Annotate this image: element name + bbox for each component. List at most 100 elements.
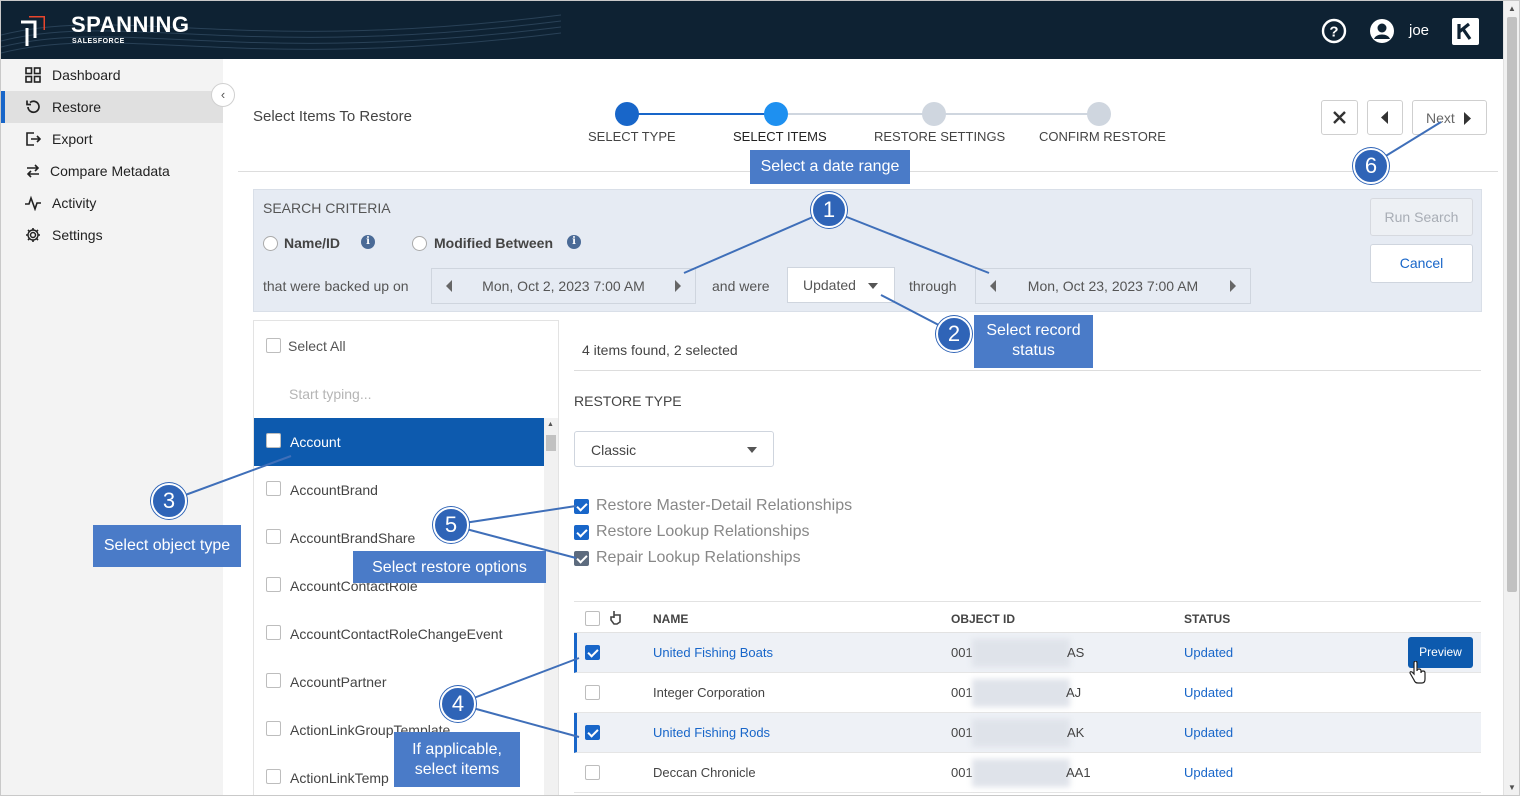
sidebar-item-dashboard[interactable]: Dashboard bbox=[1, 59, 223, 91]
list-item-checkbox[interactable] bbox=[266, 577, 281, 592]
name-id-label[interactable]: Name/ID bbox=[284, 235, 340, 251]
list-item-checkbox[interactable] bbox=[266, 721, 281, 736]
and-were-label: and were bbox=[712, 278, 770, 294]
step-dot-select-type bbox=[615, 102, 639, 126]
row-name[interactable]: Integer Corporation bbox=[653, 685, 765, 700]
list-item-checkbox[interactable] bbox=[266, 433, 281, 448]
repair-lookup-checkbox[interactable] bbox=[574, 551, 589, 566]
page-scrollbar[interactable]: ▲ ▼ bbox=[1503, 1, 1519, 795]
restore-master-detail-checkbox[interactable] bbox=[574, 499, 589, 514]
sidebar-item-settings[interactable]: Settings bbox=[1, 219, 223, 251]
info-icon[interactable]: i bbox=[567, 235, 581, 249]
name-id-radio[interactable] bbox=[263, 236, 278, 251]
brand-subtitle: SALESFORCE bbox=[72, 38, 125, 45]
list-item-label: AccountBrandShare bbox=[290, 530, 416, 546]
run-search-button[interactable]: Run Search bbox=[1370, 198, 1473, 236]
step-badge-4: 4 bbox=[440, 686, 476, 722]
help-icon[interactable]: ? bbox=[1321, 18, 1347, 44]
chevron-down-icon bbox=[747, 447, 757, 453]
user-name[interactable]: joe bbox=[1409, 22, 1429, 39]
sidebar-item-label: Compare Metadata bbox=[50, 163, 170, 179]
column-header-name[interactable]: NAME bbox=[653, 612, 688, 626]
option-label: Restore Master-Detail Relationships bbox=[596, 497, 853, 514]
scroll-up-icon[interactable]: ▲ bbox=[547, 421, 554, 428]
sidebar: Dashboard Restore Export Compare Metadat… bbox=[1, 59, 223, 795]
step-badge-1: 1 bbox=[811, 192, 847, 228]
select-all-label[interactable]: Select All bbox=[288, 338, 346, 354]
compare-icon bbox=[26, 164, 40, 178]
start-date-picker[interactable]: Mon, Oct 2, 2023 7:00 AM bbox=[431, 268, 696, 304]
callout-date-range: Select a date range bbox=[750, 150, 910, 184]
page-title: Select Items To Restore bbox=[253, 108, 412, 125]
row-name[interactable]: United Fishing Rods bbox=[653, 725, 770, 740]
table-row[interactable]: United Fishing Rods 001 AK Updated bbox=[574, 713, 1481, 753]
record-status-select[interactable]: Updated bbox=[787, 267, 895, 303]
next-button[interactable]: Next bbox=[1412, 100, 1487, 135]
search-criteria-title: SEARCH CRITERIA bbox=[263, 200, 391, 216]
row-checkbox[interactable] bbox=[585, 765, 600, 780]
row-checkbox[interactable] bbox=[585, 685, 600, 700]
list-item[interactable]: AccountPartner bbox=[254, 658, 544, 706]
object-list-scrollbar[interactable]: ▲ bbox=[544, 418, 558, 795]
row-name[interactable]: United Fishing Boats bbox=[653, 645, 773, 660]
redacted-id bbox=[972, 759, 1070, 787]
sidebar-item-activity[interactable]: Activity bbox=[1, 187, 223, 219]
restore-type-label: RESTORE TYPE bbox=[574, 393, 682, 409]
list-item-checkbox[interactable] bbox=[266, 625, 281, 640]
list-item-checkbox[interactable] bbox=[266, 481, 281, 496]
restore-lookup-checkbox[interactable] bbox=[574, 525, 589, 540]
step-badge-2: 2 bbox=[936, 316, 972, 352]
kaseya-app-icon[interactable] bbox=[1452, 18, 1479, 45]
list-item[interactable]: AccountContactRoleChangeEvent bbox=[254, 610, 544, 658]
end-date-picker[interactable]: Mon, Oct 23, 2023 7:00 AM bbox=[975, 268, 1251, 304]
scrollbar-thumb[interactable] bbox=[546, 435, 556, 451]
list-item-checkbox[interactable] bbox=[266, 529, 281, 544]
modified-between-radio[interactable] bbox=[412, 236, 427, 251]
previous-button[interactable] bbox=[1367, 100, 1403, 135]
sidebar-item-restore[interactable]: Restore bbox=[1, 91, 223, 123]
sidebar-collapse-button[interactable]: ‹ bbox=[211, 83, 235, 107]
redacted-id bbox=[972, 639, 1070, 667]
row-name[interactable]: Deccan Chronicle bbox=[653, 765, 756, 780]
close-button[interactable] bbox=[1321, 100, 1358, 135]
start-date-value: Mon, Oct 2, 2023 7:00 AM bbox=[482, 278, 645, 294]
restore-type-select[interactable]: Classic bbox=[574, 431, 774, 467]
info-icon[interactable]: i bbox=[361, 235, 375, 249]
sidebar-item-export[interactable]: Export bbox=[1, 123, 223, 155]
list-item-checkbox[interactable] bbox=[266, 673, 281, 688]
row-object-id-suffix: AA1 bbox=[1066, 765, 1091, 780]
date-next-icon[interactable] bbox=[675, 280, 681, 292]
hand-pointer-icon bbox=[610, 611, 621, 625]
list-item[interactable]: Account bbox=[254, 418, 544, 466]
table-row[interactable]: Integer Corporation 001 AJ Updated bbox=[574, 673, 1481, 713]
row-checkbox[interactable] bbox=[585, 645, 600, 660]
row-object-id-suffix: AS bbox=[1067, 645, 1085, 660]
cancel-button[interactable]: Cancel bbox=[1370, 244, 1473, 283]
list-item-checkbox[interactable] bbox=[266, 769, 281, 784]
date-next-icon[interactable] bbox=[1230, 280, 1236, 292]
sidebar-item-label: Settings bbox=[52, 227, 103, 243]
table-row[interactable]: United Fishing Boats 001 AS Updated Prev… bbox=[574, 633, 1481, 684]
object-search-input[interactable]: Start typing... bbox=[289, 386, 371, 402]
callout-record-status: Select record status bbox=[974, 315, 1093, 368]
callout-if-applicable: If applicable, select items bbox=[394, 732, 520, 787]
list-item-label: AccountBrand bbox=[290, 482, 378, 498]
sidebar-item-compare-metadata[interactable]: Compare Metadata bbox=[1, 155, 223, 187]
close-icon bbox=[1333, 111, 1346, 124]
user-avatar-icon[interactable] bbox=[1369, 18, 1395, 44]
table-row[interactable]: Deccan Chronicle 001 AA1 Updated bbox=[574, 753, 1481, 793]
step-connector-done bbox=[627, 113, 776, 115]
callout-line: Select record bbox=[986, 322, 1081, 339]
select-all-rows-checkbox[interactable] bbox=[585, 611, 600, 626]
scrollbar-thumb[interactable] bbox=[1507, 17, 1517, 592]
column-header-object-id[interactable]: OBJECT ID bbox=[951, 612, 1015, 626]
select-all-checkbox[interactable] bbox=[266, 338, 281, 353]
scroll-up-icon[interactable]: ▲ bbox=[1508, 4, 1516, 13]
list-item[interactable]: AccountBrand bbox=[254, 466, 544, 514]
column-header-status[interactable]: STATUS bbox=[1184, 612, 1230, 626]
row-checkbox[interactable] bbox=[585, 725, 600, 740]
scroll-down-icon[interactable]: ▼ bbox=[1508, 783, 1516, 792]
row-status: Updated bbox=[1184, 725, 1234, 740]
modified-between-label[interactable]: Modified Between bbox=[434, 235, 553, 251]
row-status: Updated bbox=[1184, 765, 1234, 780]
